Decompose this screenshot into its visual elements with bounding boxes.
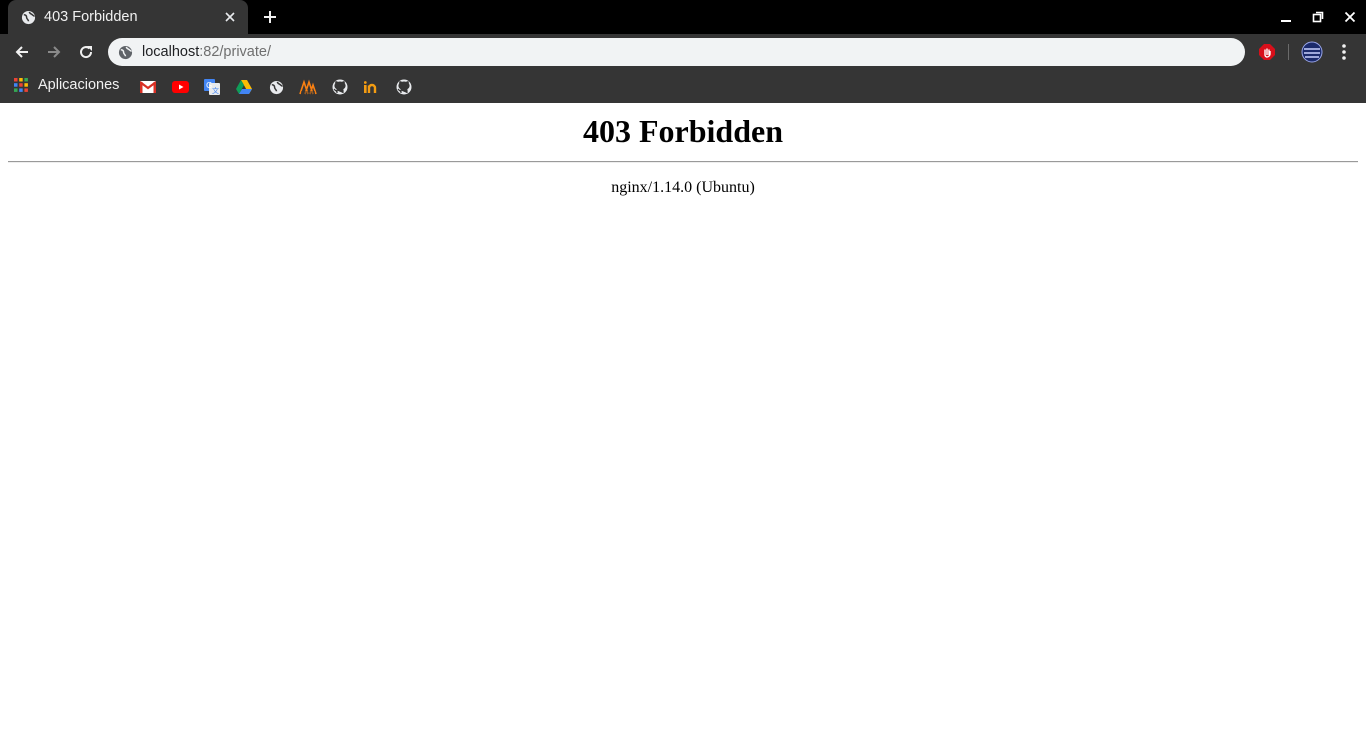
- globe-icon: [118, 45, 133, 60]
- gmail-icon[interactable]: [139, 78, 157, 96]
- minimize-icon[interactable]: [1270, 0, 1302, 34]
- close-tab-icon[interactable]: [222, 9, 238, 25]
- new-tab-button[interactable]: [260, 7, 280, 27]
- globe-icon: [20, 9, 36, 25]
- tab-title: 403 Forbidden: [44, 9, 138, 25]
- browser-window: 403 Forbidden localhost:82/private/ Apli…: [0, 0, 1366, 103]
- reload-icon: [80, 46, 93, 59]
- google-drive-icon[interactable]: [235, 78, 253, 96]
- apps-grid-icon: [14, 78, 28, 92]
- divider: [8, 161, 1358, 163]
- profile-avatar-icon[interactable]: [1300, 40, 1324, 64]
- globe-icon[interactable]: [267, 78, 285, 96]
- adblock-icon[interactable]: [1255, 40, 1279, 64]
- page-title: 403 Forbidden: [582, 113, 784, 149]
- url-host: localhost: [142, 44, 200, 60]
- invision-icon[interactable]: [363, 78, 381, 96]
- window-controls: [1270, 0, 1366, 34]
- github-icon[interactable]: [331, 78, 349, 96]
- server-signature: nginx/1.14.0 (Ubuntu): [611, 179, 755, 196]
- moodle-icon[interactable]: [299, 78, 317, 96]
- page-content: 403 Forbidden nginx/1.14.0 (Ubuntu): [0, 103, 1366, 741]
- back-button[interactable]: [6, 36, 38, 68]
- apps-shortcut[interactable]: Aplicaciones: [14, 77, 119, 93]
- forward-button[interactable]: [38, 36, 70, 68]
- reload-button[interactable]: [70, 36, 102, 68]
- arrow-left-icon: [15, 46, 28, 58]
- apps-label: Aplicaciones: [38, 77, 120, 93]
- youtube-icon[interactable]: [171, 78, 189, 96]
- address-bar[interactable]: localhost:82/private/: [108, 38, 1245, 66]
- svg-text:文: 文: [212, 86, 219, 95]
- arrow-right-icon: [48, 46, 61, 58]
- tab-strip: 403 Forbidden: [0, 0, 1366, 34]
- menu-icon[interactable]: [1332, 40, 1356, 64]
- url-path: :82/private/: [199, 44, 271, 60]
- restore-icon[interactable]: [1302, 0, 1334, 34]
- toolbar-separator: [1288, 44, 1289, 60]
- github-icon[interactable]: [395, 78, 413, 96]
- browser-toolbar: localhost:82/private/: [0, 34, 1366, 70]
- bookmarks-bar: Aplicaciones G文: [0, 70, 1366, 103]
- url-text: localhost:82/private/: [142, 44, 271, 60]
- google-translate-icon[interactable]: G文: [203, 78, 221, 96]
- tab-active[interactable]: 403 Forbidden: [8, 0, 248, 34]
- close-window-icon[interactable]: [1334, 0, 1366, 34]
